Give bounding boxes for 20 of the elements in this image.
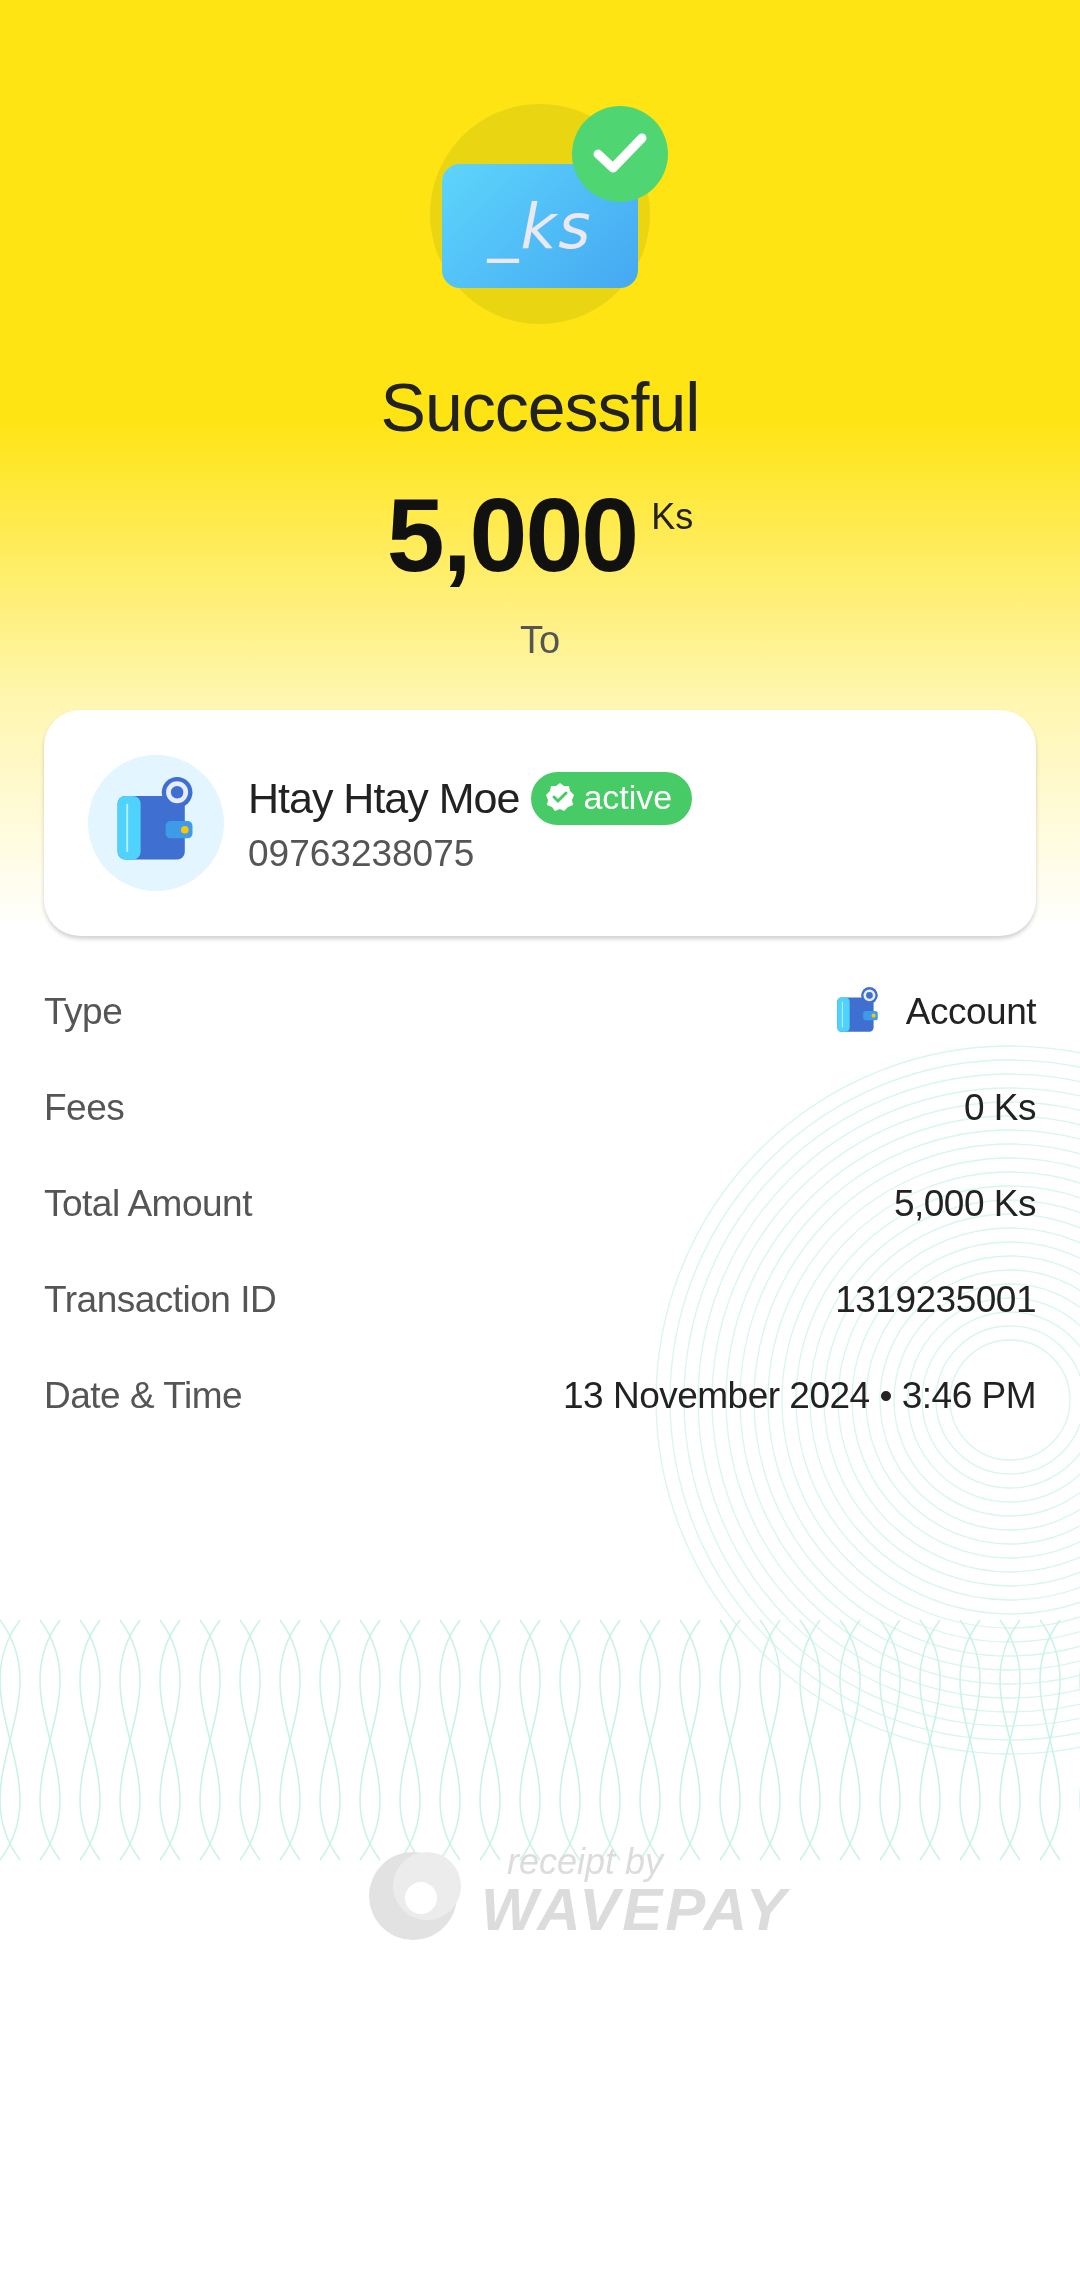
- currency-label: Ks: [651, 496, 694, 538]
- detail-label: Total Amount: [44, 1183, 252, 1225]
- phone-number: 09763238075: [248, 832, 476, 875]
- detail-label: Fees: [44, 1087, 125, 1129]
- detail-label: Transaction ID: [44, 1279, 277, 1321]
- to-label: To: [519, 619, 561, 662]
- detail-value: 0 Ks: [963, 1087, 1036, 1129]
- detail-value: Account: [905, 991, 1036, 1033]
- currency-logo-text: _ks: [487, 189, 593, 263]
- status-badge: active: [531, 771, 693, 825]
- detail-value: 13 November 2024 • 3:46 PM: [563, 1375, 1036, 1417]
- detail-value: 1319235001: [835, 1279, 1036, 1321]
- detail-value: 5,000 Ks: [893, 1183, 1036, 1225]
- check-icon: [572, 106, 668, 202]
- amount: 5,000: [386, 476, 638, 595]
- status-title: Successful: [380, 368, 700, 446]
- recipient-name: Htay Htay Moe: [248, 773, 520, 823]
- detail-label: Date & Time: [44, 1375, 243, 1417]
- detail-label: Type: [44, 991, 123, 1033]
- verified-icon: [545, 782, 576, 812]
